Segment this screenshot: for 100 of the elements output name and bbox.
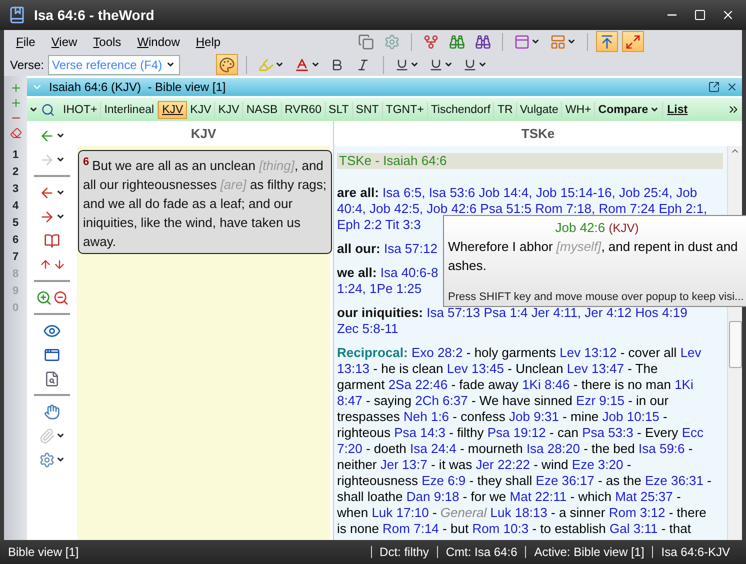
- reference-link[interactable]: Tit 3:3: [385, 217, 421, 232]
- commentary-text: - they shall: [469, 473, 532, 488]
- bookmark-number[interactable]: 7: [12, 251, 19, 265]
- reference-link[interactable]: Job 9:31: [509, 409, 559, 424]
- reference-link[interactable]: Jer 4:11,: [531, 305, 582, 320]
- zoom-in-icon: [36, 290, 52, 306]
- reference-link[interactable]: 13:13: [337, 361, 370, 376]
- reference-link[interactable]: 1:24,: [337, 281, 366, 296]
- reference-link[interactable]: Ecc: [682, 425, 704, 440]
- reference-link[interactable]: Mat 22:11: [510, 489, 567, 504]
- bookmark-number[interactable]: 1: [12, 149, 19, 163]
- reference-link[interactable]: 1Pe 1:25: [370, 281, 422, 296]
- reference-link[interactable]: 40:4,: [337, 201, 366, 216]
- reference-link[interactable]: Eze 3:20: [572, 457, 624, 472]
- sync-up-button[interactable]: [596, 31, 618, 52]
- reference-link[interactable]: Isa 53:6: [428, 185, 476, 200]
- scroll-thumb[interactable]: [728, 321, 742, 368]
- hand-icon: [44, 404, 60, 420]
- reference-link[interactable]: Gal 3:11: [610, 521, 658, 536]
- reference-link[interactable]: Hos 4:19: [635, 305, 688, 320]
- reference-link[interactable]: Job 15:14-16,: [536, 185, 616, 200]
- reference-link[interactable]: Neh 1:6: [404, 409, 450, 424]
- menu-item[interactable]: Tools: [87, 34, 128, 48]
- reference-link[interactable]: Isa 6:5,: [382, 185, 426, 200]
- reference-link[interactable]: 7:20: [337, 441, 362, 456]
- reference-link[interactable]: Job: [676, 185, 698, 200]
- menu-item[interactable]: Window: [131, 34, 186, 48]
- reference-link[interactable]: Psa 14:3: [394, 425, 446, 440]
- palette-button[interactable]: [216, 54, 238, 75]
- version-tab[interactable]: IHOT+: [60, 102, 102, 118]
- reference-link[interactable]: Job 42:6: [426, 201, 477, 216]
- commentary-text: - Unclean: [508, 361, 564, 376]
- reference-link[interactable]: Eze 36:17: [536, 473, 594, 488]
- menu-item[interactable]: File: [10, 34, 42, 48]
- reference-link[interactable]: Job 25:4,: [618, 185, 672, 200]
- list-link[interactable]: List: [663, 104, 692, 116]
- reference-link[interactable]: Psa 53:3: [582, 425, 634, 440]
- reference-link[interactable]: Rom 7:24: [598, 201, 656, 216]
- reference-link[interactable]: Isa 28:20: [526, 441, 580, 456]
- reference-link[interactable]: Rom 10:3: [472, 521, 529, 536]
- reference-link[interactable]: Psa 19:12: [487, 425, 546, 440]
- menu-item[interactable]: View: [45, 34, 84, 48]
- menu-item[interactable]: Help: [190, 34, 227, 48]
- version-tab[interactable]: TR: [494, 102, 517, 118]
- reference-link[interactable]: Job 10:15: [602, 409, 660, 424]
- reference-link[interactable]: Luk 18:13: [490, 505, 548, 520]
- reference-link[interactable]: Zec 5:8-11: [337, 321, 398, 336]
- reference-link[interactable]: Isa 57:13: [426, 305, 480, 320]
- reference-link[interactable]: Isa 57:12: [384, 241, 438, 256]
- version-tab[interactable]: KJV: [187, 102, 216, 118]
- reference-link[interactable]: Jer 4:12: [584, 305, 632, 320]
- version-tab[interactable]: KJV: [158, 100, 188, 118]
- reference-link[interactable]: 2Sa 22:46: [388, 377, 448, 392]
- reference-link[interactable]: Lev 13:47: [566, 361, 624, 376]
- reference-link[interactable]: 1Ki 8:46: [522, 377, 570, 392]
- reference-link[interactable]: 2Ch 6:37: [415, 393, 468, 408]
- expand-button[interactable]: [622, 31, 644, 52]
- reference-link[interactable]: Rom 7:14: [382, 521, 439, 536]
- arrow-left-icon: [39, 128, 55, 144]
- reference-link[interactable]: Eph 2:1,: [658, 201, 708, 216]
- reference-link[interactable]: Job 42:5,: [370, 201, 424, 216]
- verse-field[interactable]: Verse reference (F4): [48, 54, 180, 74]
- reference-link[interactable]: 8:47: [337, 393, 362, 408]
- reference-link[interactable]: Isa 59:6: [638, 441, 685, 456]
- version-tab[interactable]: RVR60: [282, 102, 326, 118]
- version-tab[interactable]: KJV: [215, 102, 244, 118]
- reference-link[interactable]: Dan 9:18: [406, 489, 460, 504]
- bookmark-number[interactable]: 6: [12, 234, 19, 248]
- reference-link[interactable]: Ezr 9:15: [576, 393, 624, 408]
- reference-link[interactable]: Mat 25:37: [615, 489, 673, 504]
- reference-link[interactable]: Rom 3:12: [608, 505, 666, 520]
- bookmark-number[interactable]: 3: [12, 183, 19, 197]
- reference-link[interactable]: Psa 51:5: [480, 201, 532, 216]
- reference-link[interactable]: Lev 13:45: [446, 361, 504, 376]
- reference-link[interactable]: Isa 40:6-8: [380, 265, 438, 280]
- reference-link[interactable]: 1Ki: [674, 377, 694, 392]
- reference-link[interactable]: Jer 22:22: [476, 457, 530, 472]
- bookmark-number[interactable]: 2: [12, 166, 19, 180]
- version-tab[interactable]: TGNT+: [382, 102, 428, 118]
- reference-link[interactable]: Jer 13:7: [380, 457, 428, 472]
- reference-link[interactable]: Eze 6:9: [422, 473, 466, 488]
- reference-link[interactable]: Exo 28:2: [411, 345, 463, 360]
- version-tab[interactable]: NASB: [243, 102, 282, 118]
- version-tab[interactable]: WH+: [562, 102, 596, 118]
- reference-link[interactable]: Lev: [680, 345, 702, 360]
- reference-link[interactable]: Eph 2:2: [337, 217, 382, 232]
- reference-link[interactable]: Luk 17:10: [372, 505, 429, 520]
- reference-link[interactable]: Rom 7:18,: [535, 201, 596, 216]
- compare-menu[interactable]: Compare: [595, 102, 664, 118]
- version-tab[interactable]: SNT: [352, 102, 383, 118]
- version-tab[interactable]: Vulgate: [516, 102, 562, 118]
- reference-link[interactable]: Lev 13:12: [560, 345, 617, 360]
- bookmark-number[interactable]: 4: [12, 200, 19, 214]
- bookmark-number[interactable]: 5: [12, 217, 19, 231]
- reference-link[interactable]: Eze 36:31: [644, 473, 704, 488]
- reference-link[interactable]: Psa 1:4: [484, 305, 528, 320]
- version-tab[interactable]: Tischendorf: [428, 102, 494, 118]
- reference-link[interactable]: Isa 24:4: [410, 441, 456, 456]
- version-tab[interactable]: SLT: [326, 102, 353, 118]
- reference-link[interactable]: Job 14:4,: [478, 185, 532, 200]
